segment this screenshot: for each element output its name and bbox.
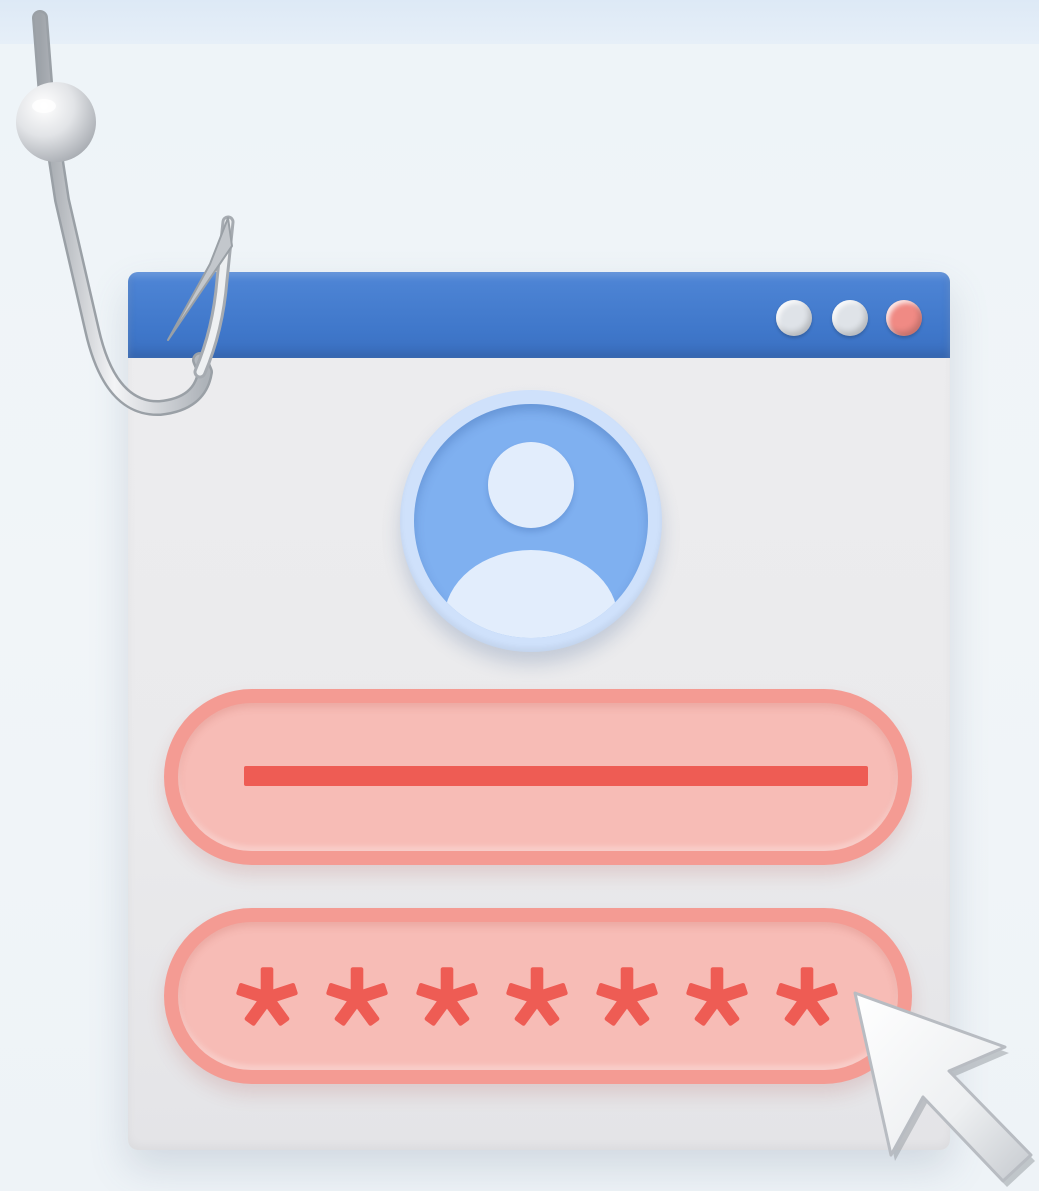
- asterisk-icon: [326, 967, 388, 1026]
- user-icon-body: [444, 550, 618, 638]
- phishing-scene: [0, 0, 1039, 1191]
- asterisk-icon: [506, 967, 568, 1026]
- password-field[interactable]: [164, 908, 912, 1084]
- avatar: [400, 390, 662, 652]
- user-icon-head: [488, 442, 574, 528]
- username-value-bar: [244, 766, 868, 786]
- asterisk-icon: [686, 967, 748, 1026]
- window-control-maximize[interactable]: [832, 300, 868, 336]
- user-icon: [414, 404, 648, 638]
- window-control-minimize[interactable]: [776, 300, 812, 336]
- password-mask: [232, 958, 842, 1038]
- fishing-hook-icon: [16, 10, 235, 417]
- asterisk-icon: [416, 967, 478, 1026]
- asterisk-icon: [236, 967, 298, 1026]
- asterisk-icon: [596, 967, 658, 1026]
- window-control-close[interactable]: [886, 300, 922, 336]
- username-field[interactable]: [164, 689, 912, 865]
- asterisk-icon: [776, 967, 838, 1026]
- mouse-cursor-icon: [853, 991, 1035, 1187]
- username-field-inner[interactable]: [178, 703, 898, 851]
- password-field-inner[interactable]: [178, 922, 898, 1070]
